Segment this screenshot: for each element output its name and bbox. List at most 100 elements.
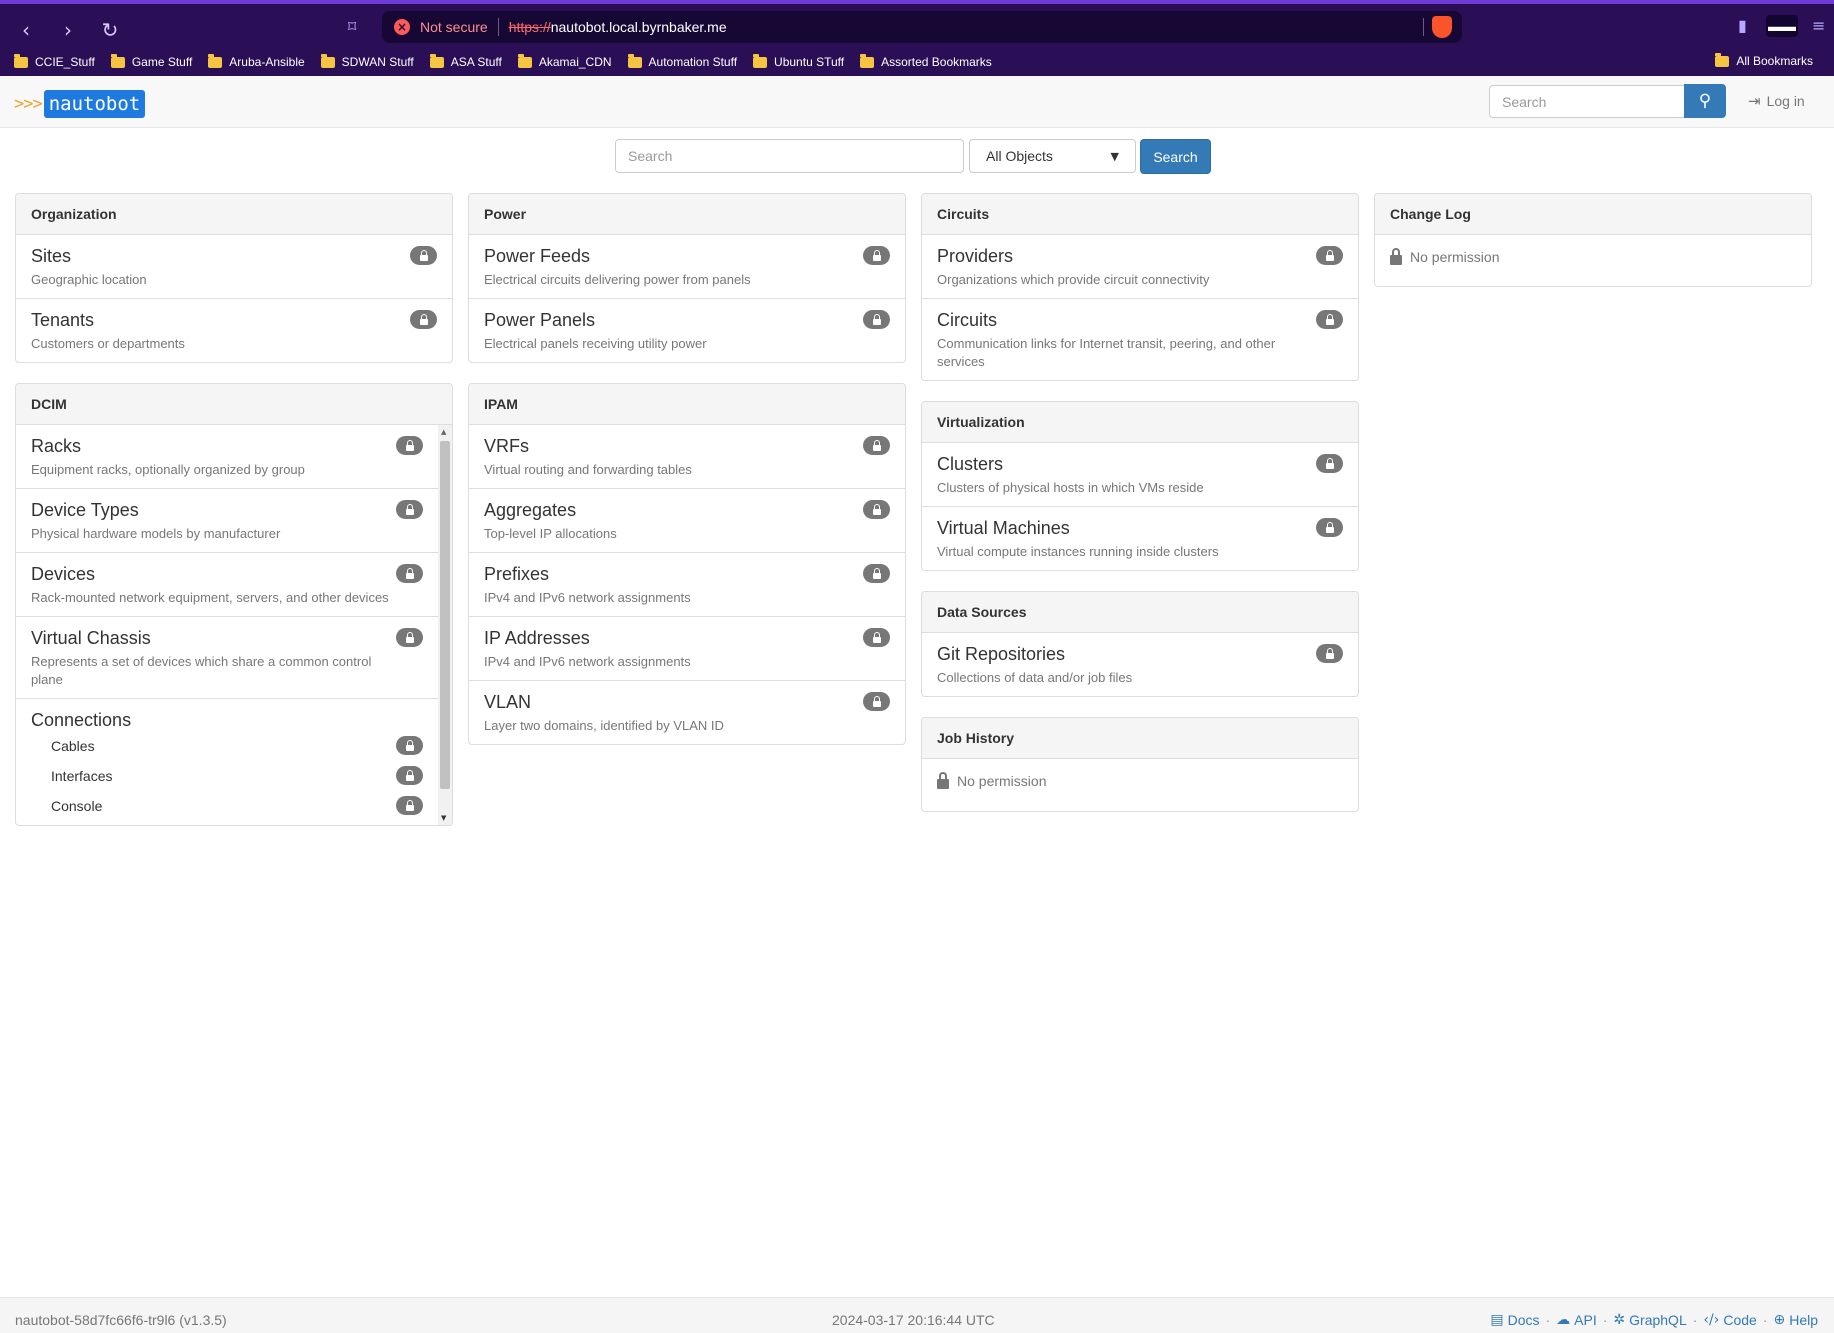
- login-link[interactable]: ⇥ Log in: [1748, 92, 1805, 110]
- lock-icon: [396, 436, 423, 455]
- bookmark-label: Assorted Bookmarks: [881, 55, 992, 69]
- list-item[interactable]: Providers Organizations which provide ci…: [922, 235, 1358, 299]
- item-description: Physical hardware models by manufacturer: [31, 526, 281, 541]
- bookmark-folder[interactable]: Ubuntu STuff: [753, 53, 845, 69]
- global-search-input[interactable]: Search: [615, 139, 964, 173]
- address-bar[interactable]: × Not secure https:// nautobot.local.byr…: [382, 11, 1462, 43]
- list-item[interactable]: IP Addresses IPv4 and IPv6 network assig…: [469, 617, 905, 681]
- panel-power: Power Power Feeds Electrical circuits de…: [468, 193, 906, 363]
- lock-icon: [1316, 644, 1343, 663]
- not-secure-icon: ×: [394, 19, 410, 35]
- footer-link-docs[interactable]: ▤ Docs: [1490, 1312, 1539, 1328]
- panel-circuits: Circuits Providers Organizations which p…: [921, 193, 1359, 381]
- bookmark-folder[interactable]: ASA Stuff: [429, 53, 502, 69]
- panel-heading: Organization: [16, 194, 452, 235]
- list-item[interactable]: Virtual Chassis Represents a set of devi…: [16, 617, 438, 699]
- search-button[interactable]: Search: [1140, 139, 1211, 174]
- footer-separator: ·: [1762, 1312, 1768, 1328]
- bookmark-folder[interactable]: Assorted Bookmarks: [860, 53, 992, 69]
- list-item[interactable]: Circuits Communication links for Interne…: [922, 299, 1358, 380]
- footer-link-label: GraphQL: [1629, 1312, 1687, 1328]
- item-title: Devices: [31, 564, 96, 584]
- item-title: Device Types: [31, 500, 139, 520]
- footer-separator: ·: [1692, 1312, 1698, 1328]
- bookmark-folder[interactable]: Aruba-Ansible: [208, 53, 305, 69]
- brave-shield-icon[interactable]: [1432, 16, 1452, 38]
- list-item[interactable]: Aggregates Top-level IP allocations: [469, 489, 905, 553]
- list-item[interactable]: Tenants Customers or departments: [16, 299, 452, 362]
- login-label: Log in: [1766, 93, 1805, 109]
- forward-icon[interactable]: ›: [54, 16, 82, 44]
- sub-item-cables[interactable]: Cables: [16, 731, 438, 761]
- no-permission-text: No permission: [957, 773, 1047, 789]
- bookmark-folder[interactable]: Automation Stuff: [627, 53, 737, 69]
- logo-text: nautobot: [43, 90, 146, 118]
- graphql-icon: ✲: [1613, 1312, 1626, 1328]
- footer-link-api[interactable]: ☁ API: [1556, 1312, 1597, 1328]
- panel-heading: Data Sources: [922, 592, 1358, 633]
- panel-heading: Power: [469, 194, 905, 235]
- dcim-scrollbar[interactable]: ▲ ▼: [438, 425, 452, 825]
- scroll-up-icon[interactable]: ▲: [441, 428, 446, 436]
- bookmark-folder[interactable]: CCIE_Stuff: [14, 53, 95, 69]
- back-icon[interactable]: ‹: [12, 16, 40, 44]
- list-item[interactable]: Power Feeds Electrical circuits deliveri…: [469, 235, 905, 299]
- item-description: Rack-mounted network equipment, servers,…: [31, 590, 389, 605]
- navbar-search-input[interactable]: Search: [1489, 85, 1685, 118]
- bookmark-page-icon[interactable]: ⌑: [348, 17, 366, 37]
- no-permission-message: No permission: [1375, 235, 1811, 279]
- sub-item-label: Cables: [51, 738, 95, 754]
- profile-glasses-icon[interactable]: ▬▬: [1766, 15, 1798, 37]
- list-item[interactable]: Virtual Machines Virtual compute instanc…: [922, 507, 1358, 570]
- chevron-down-icon: ▼: [1110, 149, 1119, 163]
- bookmark-label: Ubuntu STuff: [774, 55, 845, 69]
- search-icon[interactable]: ⚲: [1684, 84, 1726, 118]
- lock-icon: [863, 628, 890, 647]
- bookmark-label: Akamai_CDN: [538, 55, 612, 69]
- list-item[interactable]: Devices Rack-mounted network equipment, …: [16, 553, 438, 617]
- all-bookmarks[interactable]: All Bookmarks: [1715, 52, 1813, 68]
- lock-icon: [863, 500, 890, 519]
- list-item[interactable]: Git Repositories Collections of data and…: [922, 633, 1358, 696]
- folder-icon: [208, 53, 223, 68]
- scrollbar-thumb[interactable]: [440, 441, 450, 789]
- code-icon: ‹/›: [1703, 1312, 1720, 1328]
- object-type-select[interactable]: All Objects ▼: [969, 139, 1136, 173]
- sub-item-console[interactable]: Console: [16, 791, 438, 821]
- list-item[interactable]: VLAN Layer two domains, identified by VL…: [469, 681, 905, 744]
- panel-heading: Change Log: [1375, 194, 1811, 235]
- list-item[interactable]: VRFs Virtual routing and forwarding tabl…: [469, 425, 905, 489]
- footer-link-graphql[interactable]: ✲ GraphQL: [1613, 1312, 1686, 1328]
- footer-link-code[interactable]: ‹/› Code: [1703, 1312, 1756, 1328]
- list-item[interactable]: Device Types Physical hardware models by…: [16, 489, 438, 553]
- list-item[interactable]: Prefixes IPv4 and IPv6 network assignmen…: [469, 553, 905, 617]
- url-scheme: https://: [508, 19, 551, 35]
- bookmark-folder[interactable]: Game Stuff: [110, 53, 192, 69]
- bookmark-folder[interactable]: Akamai_CDN: [517, 53, 612, 69]
- list-item[interactable]: Power Panels Electrical panels receiving…: [469, 299, 905, 362]
- reload-icon[interactable]: ↻: [96, 16, 124, 44]
- bookmark-folder[interactable]: SDWAN Stuff: [320, 53, 414, 69]
- footer-link-help[interactable]: ⊕ Help: [1773, 1312, 1818, 1328]
- item-description: Customers or departments: [31, 336, 185, 351]
- item-description: Layer two domains, identified by VLAN ID: [484, 718, 724, 733]
- logo-arrows: >>>: [14, 94, 43, 114]
- lock-icon: [396, 736, 423, 755]
- nautobot-logo[interactable]: >>> nautobot: [14, 90, 146, 118]
- not-secure-label[interactable]: Not secure: [420, 19, 488, 35]
- scroll-down-icon[interactable]: ▼: [441, 814, 446, 822]
- help-icon: ⊕: [1773, 1312, 1786, 1328]
- sub-item-interfaces[interactable]: Interfaces: [16, 761, 438, 791]
- object-type-value: All Objects: [986, 148, 1053, 164]
- panel-heading: DCIM: [16, 384, 452, 425]
- address-divider: [497, 18, 499, 36]
- menu-icon[interactable]: ≡: [1812, 16, 1825, 35]
- list-item[interactable]: Racks Equipment racks, optionally organi…: [16, 425, 438, 489]
- panel-heading: Circuits: [922, 194, 1358, 235]
- item-title: Virtual Chassis: [31, 628, 151, 648]
- lock-icon: [396, 500, 423, 519]
- list-item[interactable]: Sites Geographic location: [16, 235, 452, 299]
- item-title: Tenants: [31, 310, 95, 330]
- list-item[interactable]: Clusters Clusters of physical hosts in w…: [922, 443, 1358, 507]
- sidebar-toggle-icon[interactable]: ▮: [1738, 16, 1747, 35]
